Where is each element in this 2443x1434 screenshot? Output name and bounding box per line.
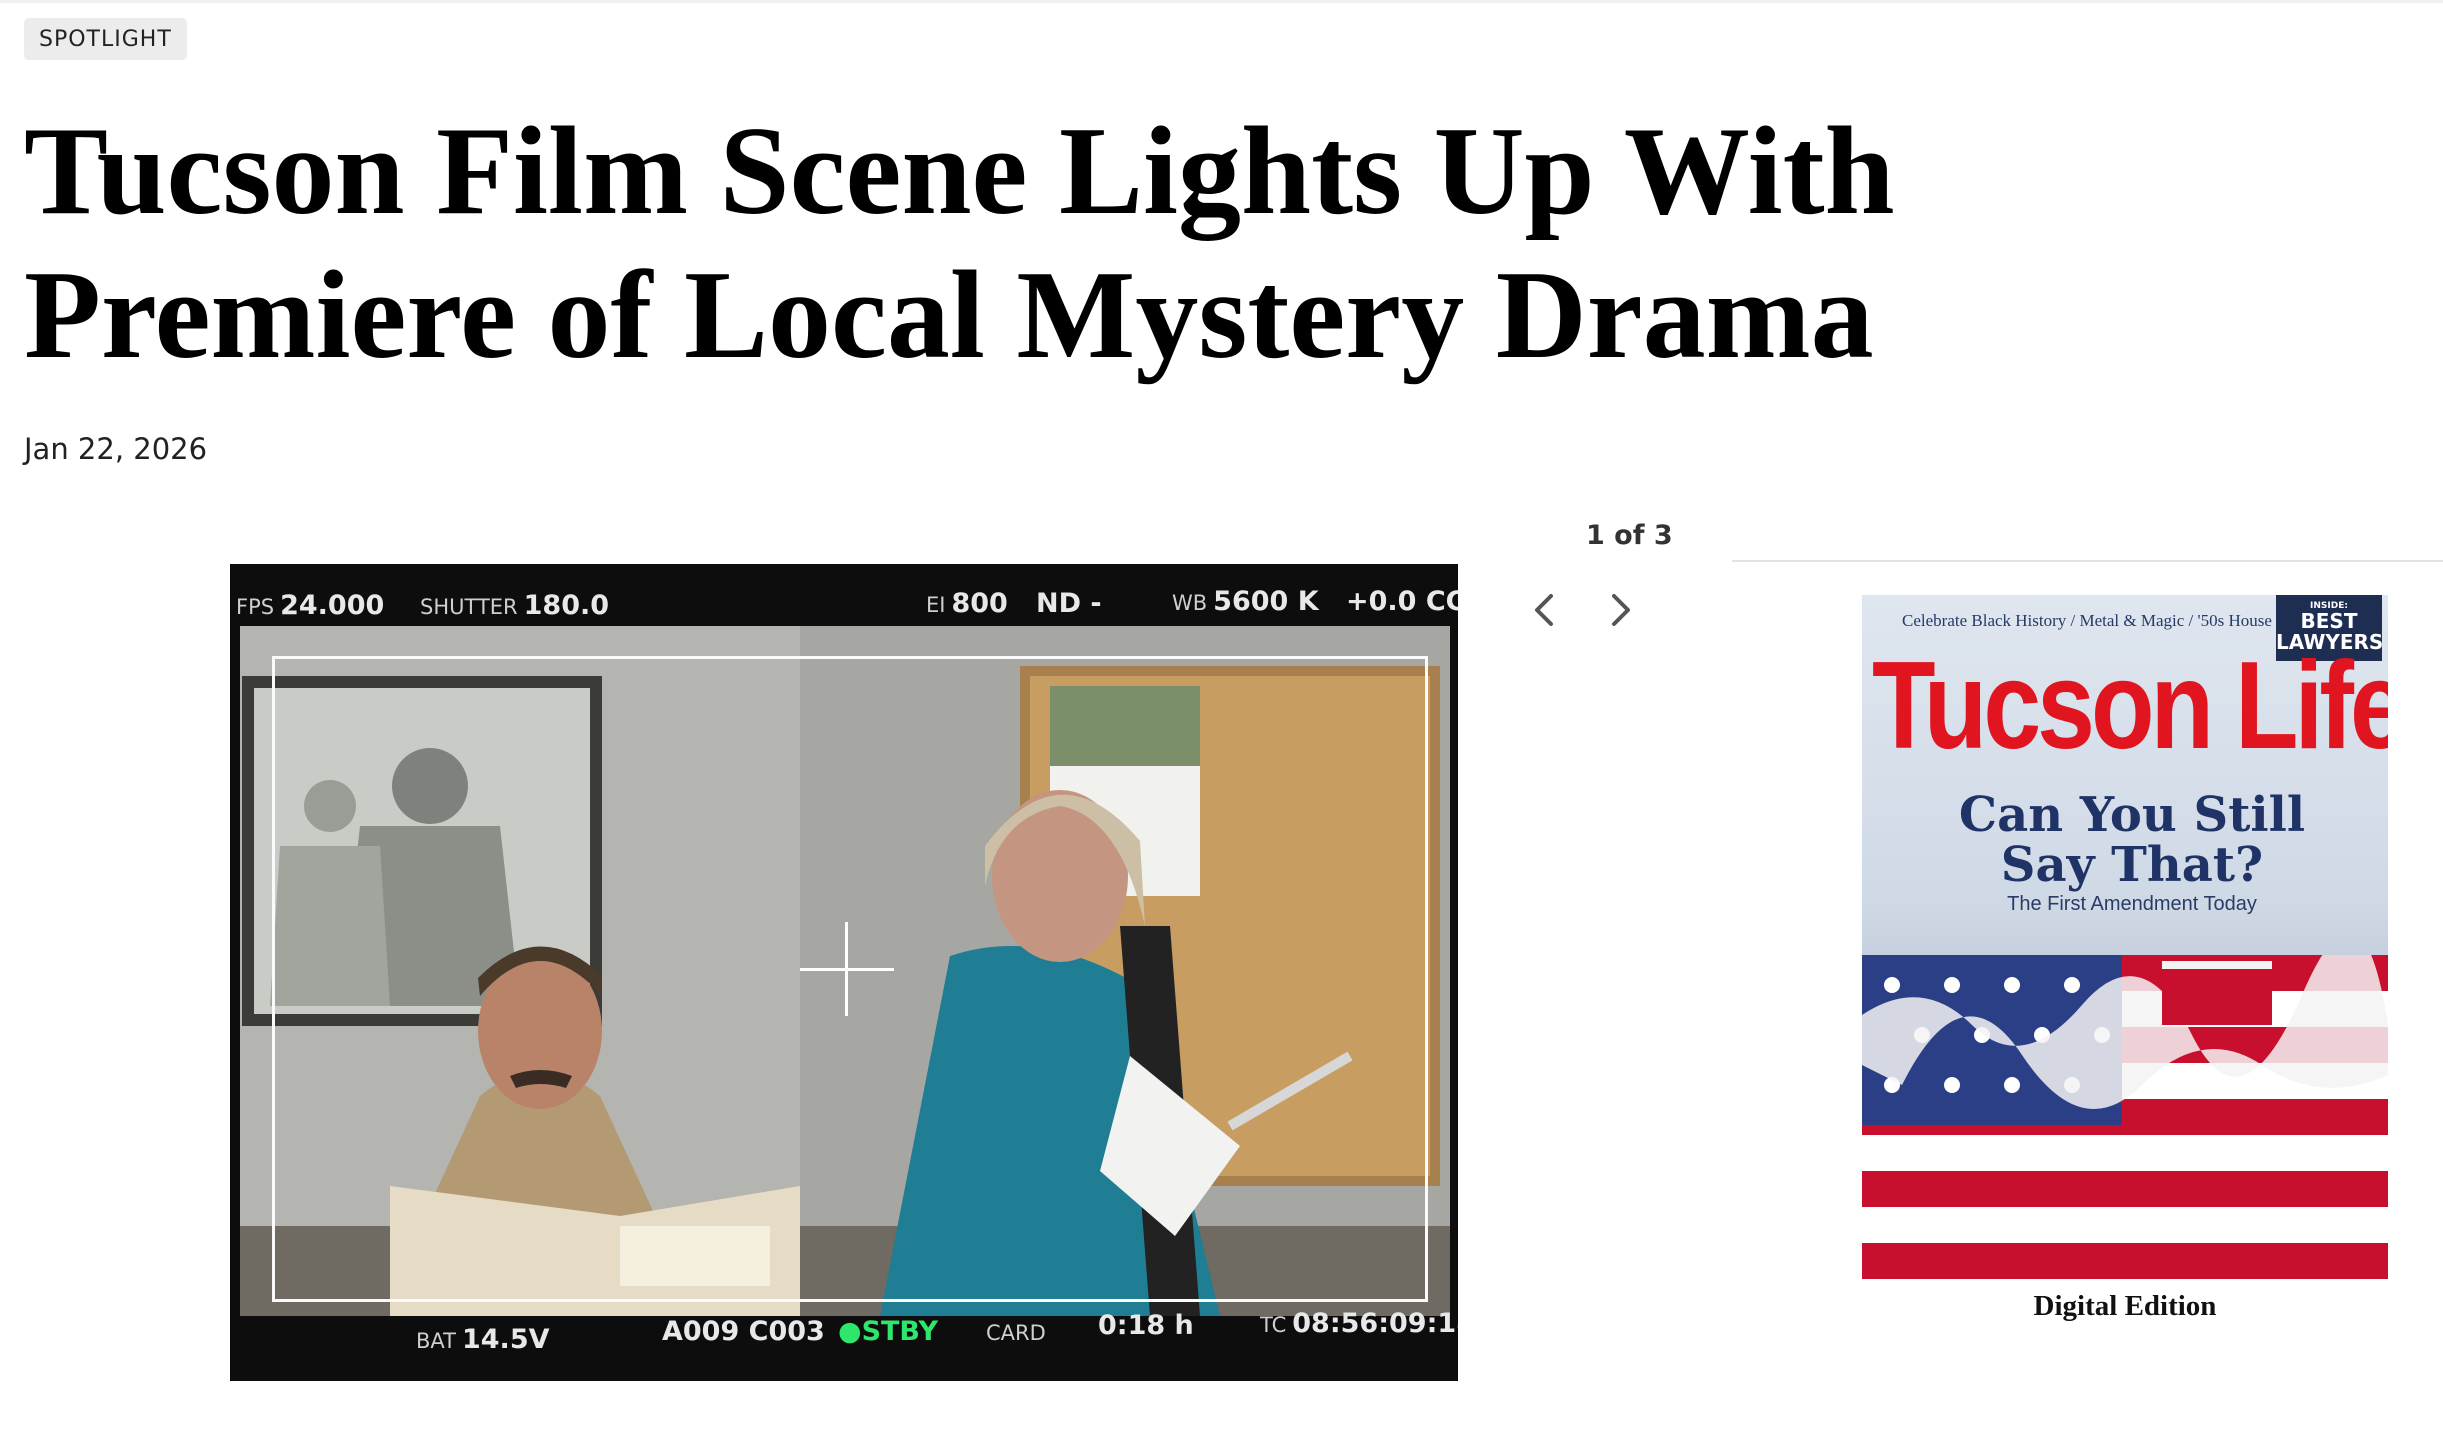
hud-wb: WB 5600 K: [1172, 586, 1319, 617]
chevron-right-icon: [1612, 594, 1630, 626]
gallery-counter: 1 of 3: [1586, 520, 1673, 551]
gallery-next-button[interactable]: [1600, 588, 1640, 632]
category-tag[interactable]: SPOTLIGHT: [24, 18, 187, 60]
frame-guide: [272, 656, 1428, 1302]
hud-card-label: CARD: [986, 1321, 1046, 1345]
gallery-prev-button[interactable]: [1525, 588, 1565, 632]
publish-date: Jan 22, 2026: [24, 432, 208, 466]
digital-edition-caption[interactable]: Digital Edition: [1862, 1290, 2388, 1323]
hud-battery: BAT 14.5V: [416, 1324, 550, 1355]
hud-fps: FPS 24.000: [236, 590, 385, 621]
chevron-left-icon: [1535, 594, 1553, 626]
hud-status: ●STBY: [838, 1316, 939, 1347]
hud-card: 0:18 h: [1098, 1310, 1194, 1341]
gallery-photo[interactable]: FPS 24.000 SHUTTER 180.0 EI 800 ND - WB 5600…: [230, 564, 1458, 1381]
record-dot-icon: ●: [838, 1316, 862, 1347]
magazine-cover[interactable]: Celebrate Black History / Metal & Magic …: [1862, 595, 2388, 1279]
magazine-title: Tucson Lifestyle: [1872, 636, 2388, 776]
hud-timecode: TC 08:56:09:18: [1260, 1308, 1458, 1339]
magazine-headline: Can You Still Say That?: [1958, 787, 2306, 893]
headline-line-2: Premiere of Local Mystery Drama: [24, 246, 1874, 385]
flag-illustration: [1862, 955, 2388, 1279]
article-headline: Tucson Film Scene Lights Up With Premier…: [24, 100, 2024, 388]
hud-clip: A009 C003: [662, 1316, 825, 1347]
hud-ei: EI 800: [926, 588, 1008, 619]
magazine-subhead: The First Amendment Today: [2007, 893, 2257, 915]
sidebar-divider: [1732, 560, 2443, 562]
crosshair-vertical: [845, 922, 848, 1016]
hud-cc: +0.0 CC: [1346, 586, 1458, 617]
hud-nd: ND -: [1036, 588, 1102, 619]
magazine-banner: Celebrate Black History / Metal & Magic …: [1902, 611, 2272, 630]
top-border: [0, 0, 2443, 3]
headline-line-1: Tucson Film Scene Lights Up With: [24, 102, 1895, 241]
hud-shutter: SHUTTER 180.0: [420, 590, 610, 621]
